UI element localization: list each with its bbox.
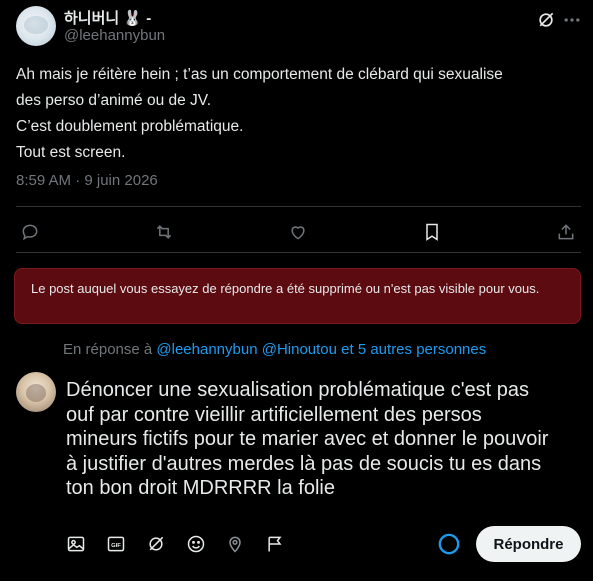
- reply-context: En réponse à @leehannybun @Hinoutou et 5…: [63, 341, 486, 358]
- action-bar: [16, 218, 581, 246]
- tweet-line: des perso d’animé ou de JV.: [16, 92, 212, 109]
- tweet-line: Tout est screen.: [16, 144, 126, 161]
- user-avatar[interactable]: [16, 372, 56, 412]
- tweet-text: Ah mais je réitère hein ; t’as un compor…: [16, 62, 576, 166]
- grok-icon[interactable]: [144, 532, 168, 556]
- reply-context-prefix: En réponse à: [63, 341, 153, 358]
- compose-line: mineurs fictifs pour te marier avec et d…: [66, 428, 549, 450]
- retweet-icon[interactable]: [150, 218, 178, 246]
- divider: [16, 206, 581, 207]
- compose-line: Dénoncer une sexualisation problématique…: [66, 379, 529, 401]
- character-count-ring: [438, 533, 460, 555]
- author-name[interactable]: 하니버니 🐰 -: [64, 7, 151, 28]
- like-icon[interactable]: [284, 218, 312, 246]
- share-icon[interactable]: [552, 218, 580, 246]
- emoji-icon[interactable]: [184, 532, 208, 556]
- compose-line: ouf par contre vieillir artificiellement…: [66, 403, 482, 426]
- tweet-header: 하니버니 🐰 - @leehannybun: [16, 6, 581, 46]
- gif-label: GIF: [111, 543, 121, 549]
- media-icon[interactable]: [64, 532, 88, 556]
- author-handle[interactable]: @leehannybun: [64, 27, 165, 44]
- reply-button[interactable]: Répondre: [476, 526, 581, 562]
- tweet-line: Ah mais je réitère hein ; t’as un compor…: [16, 66, 503, 83]
- more-icon[interactable]: [562, 10, 582, 30]
- grok-icon[interactable]: [536, 10, 556, 30]
- tweet-line: C’est doublement problématique.: [16, 118, 244, 135]
- location-icon[interactable]: [223, 532, 247, 556]
- reply-compose-field[interactable]: Dénoncer une sexualisation problématique…: [66, 378, 581, 501]
- divider: [16, 252, 581, 253]
- bookmark-icon[interactable]: [418, 218, 446, 246]
- author-avatar[interactable]: [16, 6, 56, 46]
- compose-line: à justifier d'autres merdes là pas de so…: [66, 452, 542, 475]
- compose-toolbar: GIF: [64, 530, 304, 558]
- gif-icon[interactable]: GIF: [104, 532, 128, 556]
- schedule-icon[interactable]: [263, 532, 287, 556]
- tweet-timestamp[interactable]: 8:59 AM · 9 juin 2026: [16, 172, 158, 189]
- reply-icon[interactable]: [16, 218, 44, 246]
- deleted-post-notice: Le post auquel vous essayez de répondre …: [14, 268, 581, 324]
- compose-line: ton bon droit MDRRRR la folie: [66, 477, 335, 499]
- reply-mentions-link[interactable]: @leehannybun @Hinoutou et 5 autres perso…: [156, 341, 486, 358]
